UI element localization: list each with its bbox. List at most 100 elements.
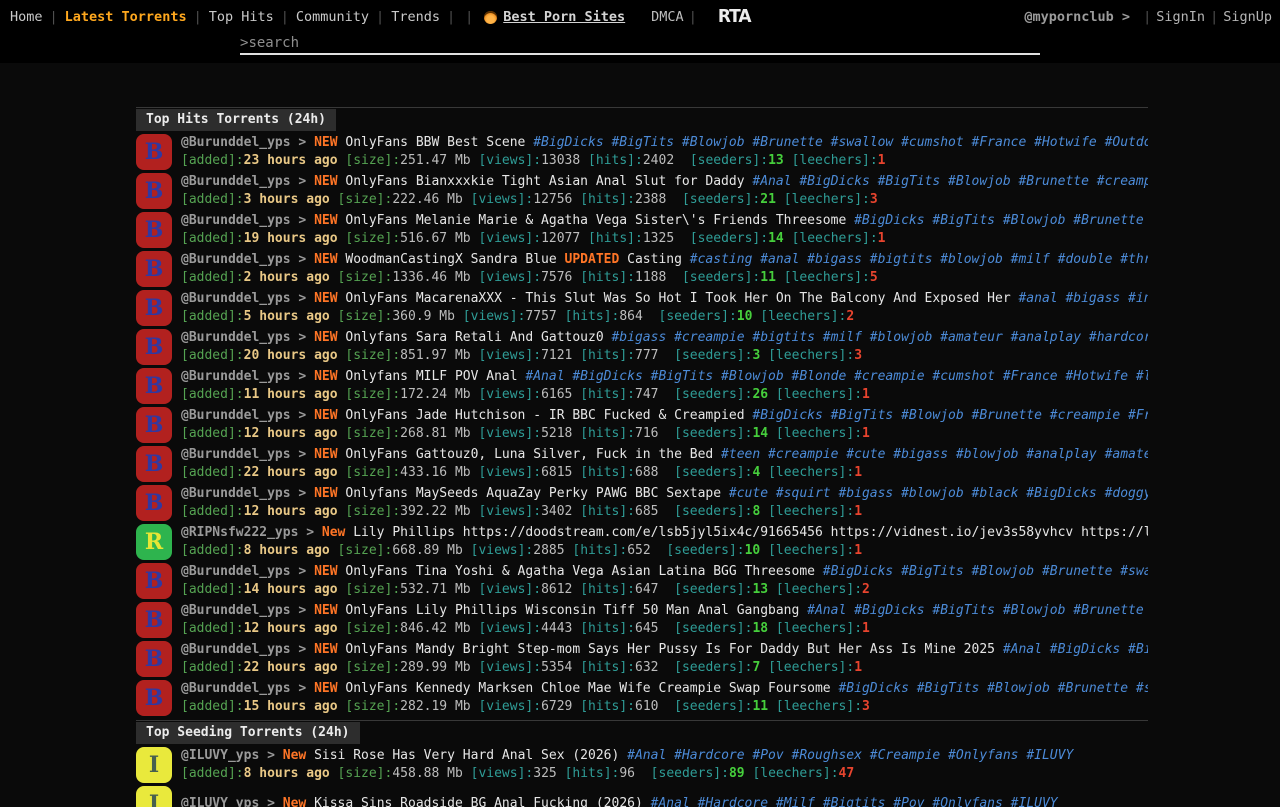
stat-value-added: 22 hours ago bbox=[244, 660, 338, 675]
user-handle[interactable]: @Burunddel_yps bbox=[181, 291, 291, 306]
torrent-title[interactable]: Onlyfans MILF POV Anal bbox=[345, 369, 517, 384]
stat-label-added: [added]: bbox=[181, 699, 244, 714]
torrent-tags[interactable]: #Anal #BigDicks #BigTits … bbox=[995, 642, 1148, 657]
user-handle[interactable]: @Burunddel_yps bbox=[181, 486, 291, 501]
user-badge[interactable]: B bbox=[136, 173, 172, 209]
torrent-title[interactable]: Onlyfans Sara Retali And Gattouz0 bbox=[345, 330, 603, 345]
user-handle[interactable]: @Burunddel_yps bbox=[181, 369, 291, 384]
torrent-title-line: @Burunddel_yps > NEW OnlyFans Mandy Brig… bbox=[181, 641, 1148, 659]
stat-label-seeders: [seeders]: bbox=[682, 192, 760, 207]
best-porn-sites-link[interactable]: Best Porn Sites bbox=[484, 9, 625, 25]
user-badge[interactable]: B bbox=[136, 641, 172, 677]
site-brand[interactable]: @mypornclub bbox=[1024, 9, 1113, 25]
user-handle[interactable]: @Burunddel_yps bbox=[181, 213, 291, 228]
user-badge[interactable]: B bbox=[136, 485, 172, 521]
nav-item-trends[interactable]: Trends bbox=[389, 9, 442, 25]
torrent-title[interactable]: OnlyFans Bianxxxkie Tight Asian Anal Slu… bbox=[345, 174, 744, 189]
stat-value-leechers: 3 bbox=[862, 699, 870, 714]
chevron-right-icon: > bbox=[259, 796, 282, 807]
torrent-tags[interactable]: #cute #squirt #bigass #blowjob #black #B… bbox=[721, 486, 1148, 501]
torrent-title[interactable]: OnlyFans Mandy Bright Step-mom Says Her … bbox=[345, 642, 995, 657]
chevron-right-icon: > bbox=[291, 681, 314, 696]
nav-item-top-hits[interactable]: Top Hits bbox=[207, 9, 276, 25]
chevron-right-icon: > bbox=[291, 642, 314, 657]
torrent-tags[interactable]: #BigDicks #BigTits #Blowjob #Brunette #s… bbox=[815, 564, 1148, 579]
user-handle[interactable]: @Burunddel_yps bbox=[181, 330, 291, 345]
torrent-title[interactable]: OnlyFans Lily Phillips Wisconsin Tiff 50… bbox=[345, 603, 799, 618]
user-badge[interactable]: B bbox=[136, 290, 172, 326]
user-badge[interactable]: R bbox=[136, 524, 172, 560]
user-handle[interactable]: @Burunddel_yps bbox=[181, 564, 291, 579]
torrent-title[interactable]: OnlyFans MacarenaXXX - This Slut Was So … bbox=[345, 291, 1010, 306]
user-badge[interactable]: B bbox=[136, 407, 172, 443]
torrent-tags[interactable]: #BigDicks #BigTits #Blowjob #Brunette #s… bbox=[846, 213, 1148, 228]
user-handle[interactable]: @Burunddel_yps bbox=[181, 408, 291, 423]
section-title: Top Hits Torrents (24h) bbox=[136, 109, 336, 131]
user-badge[interactable]: B bbox=[136, 563, 172, 599]
user-handle[interactable]: @Burunddel_yps bbox=[181, 642, 291, 657]
user-badge[interactable]: I bbox=[136, 747, 172, 783]
nav-item-home[interactable]: Home bbox=[8, 9, 45, 25]
dmca-link[interactable]: DMCA bbox=[651, 9, 684, 25]
torrent-title[interactable]: OnlyFans Melanie Marie & Agatha Vega Sis… bbox=[345, 213, 846, 228]
user-badge[interactable]: B bbox=[136, 368, 172, 404]
signin-button[interactable]: SignIn bbox=[1156, 9, 1205, 25]
torrent-tags[interactable]: #Anal #Hardcore #Pov #Roughsex #Creampie… bbox=[619, 748, 1073, 763]
torrent-title[interactable]: OnlyFans Gattouz0, Luna Silver, Fuck in … bbox=[345, 447, 713, 462]
chevron-right-icon: > bbox=[291, 174, 314, 189]
user-badge[interactable]: B bbox=[136, 212, 172, 248]
torrent-tags[interactable]: #BigDicks #BigTits #Blowjob #Brunette #s… bbox=[525, 135, 1148, 150]
user-handle[interactable]: @Burunddel_yps bbox=[181, 252, 291, 267]
user-handle[interactable]: @ILUVY_yps bbox=[181, 796, 259, 807]
torrent-tags[interactable]: #BigDicks #BigTits #Blowjob #Brunette #s… bbox=[831, 681, 1148, 696]
torrent-tags[interactable]: #Anal #Hardcore #Milf #Bigtits #Pov #Onl… bbox=[643, 796, 1058, 807]
stat-value-hits: 2402 bbox=[643, 153, 674, 168]
torrent-tags[interactable]: #Anal #BigDicks #BigTits #Blowjob #Blond… bbox=[518, 369, 1148, 384]
torrent-tags[interactable]: #Anal #BigDicks #BigTits #Blowjob #Brune… bbox=[799, 603, 1148, 618]
search-input[interactable] bbox=[248, 35, 1040, 51]
user-badge[interactable]: B bbox=[136, 329, 172, 365]
stat-label-size: [size]: bbox=[338, 543, 393, 558]
torrent-text: @Burunddel_yps > NEW OnlyFans Bianxxxkie… bbox=[181, 173, 1148, 209]
signup-button[interactable]: SignUp bbox=[1223, 9, 1272, 25]
nav-item-community[interactable]: Community bbox=[294, 9, 371, 25]
user-handle[interactable]: @ILUVY_yps bbox=[181, 748, 259, 763]
nav-items: Home|Latest Torrents|Top Hits|Community|… bbox=[8, 9, 442, 25]
torrent-title[interactable]: OnlyFans BBW Best Scene bbox=[345, 135, 525, 150]
section-rows: B @Burunddel_yps > NEW OnlyFans BBW Best… bbox=[136, 134, 1148, 716]
user-handle[interactable]: @Burunddel_yps bbox=[181, 135, 291, 150]
user-badge[interactable]: B bbox=[136, 602, 172, 638]
stat-value-seeders: 10 bbox=[745, 543, 761, 558]
stat-value-seeders: 26 bbox=[752, 387, 768, 402]
torrent-tags[interactable]: #teen #creampie #cute #bigass #blowjob #… bbox=[713, 447, 1148, 462]
user-handle[interactable]: @RIPNsfw222_yps bbox=[181, 525, 298, 540]
torrent-tags[interactable]: #Anal #BigDicks #BigTits #Blowjob #Brune… bbox=[745, 174, 1148, 189]
torrent-tags[interactable]: #bigass #creampie #bigtits #milf #blowjo… bbox=[604, 330, 1148, 345]
user-badge[interactable]: B bbox=[136, 446, 172, 482]
user-handle[interactable]: @Burunddel_yps bbox=[181, 603, 291, 618]
torrent-title[interactable]: Sisi Rose Has Very Hard Anal Sex (2026) bbox=[314, 748, 619, 763]
torrent-title[interactable]: Kissa Sins Roadside BG Anal Fucking (202… bbox=[314, 796, 643, 807]
torrent-tags[interactable]: #BigDicks #BigTits #Blowjob #Brunette #c… bbox=[745, 408, 1148, 423]
user-badge[interactable]: B bbox=[136, 134, 172, 170]
user-badge[interactable]: I bbox=[136, 786, 172, 807]
torrent-title[interactable]: OnlyFans Tina Yoshi & Agatha Vega Asian … bbox=[345, 564, 815, 579]
torrent-title[interactable]: WoodmanCastingX Sandra Blue bbox=[345, 252, 564, 267]
best-porn-sites-label[interactable]: Best Porn Sites bbox=[503, 9, 625, 25]
new-flag: NEW bbox=[314, 681, 345, 696]
torrent-tags[interactable]: #anal #bigass #interrac… bbox=[1011, 291, 1148, 306]
stat-value-leechers: 5 bbox=[870, 270, 878, 285]
torrent-row: B @Burunddel_yps > NEW OnlyFans Bianxxxk… bbox=[136, 173, 1148, 209]
user-handle[interactable]: @Burunddel_yps bbox=[181, 447, 291, 462]
torrent-title[interactable]: Lily Phillips https://doodstream.com/e/l… bbox=[353, 525, 1148, 540]
torrent-title[interactable]: OnlyFans Kennedy Marksen Chloe Mae Wife … bbox=[345, 681, 830, 696]
user-badge[interactable]: B bbox=[136, 251, 172, 287]
user-badge[interactable]: B bbox=[136, 680, 172, 716]
torrent-tags[interactable]: #casting #anal #bigass #bigtits #blowjob… bbox=[682, 252, 1148, 267]
torrent-title[interactable]: Casting bbox=[619, 252, 682, 267]
user-handle[interactable]: @Burunddel_yps bbox=[181, 681, 291, 696]
torrent-title[interactable]: Onlyfans MaySeeds AquaZay Perky PAWG BBC… bbox=[345, 486, 721, 501]
user-handle[interactable]: @Burunddel_yps bbox=[181, 174, 291, 189]
nav-item-latest-torrents[interactable]: Latest Torrents bbox=[63, 9, 189, 25]
torrent-title[interactable]: OnlyFans Jade Hutchison - IR BBC Fucked … bbox=[345, 408, 744, 423]
